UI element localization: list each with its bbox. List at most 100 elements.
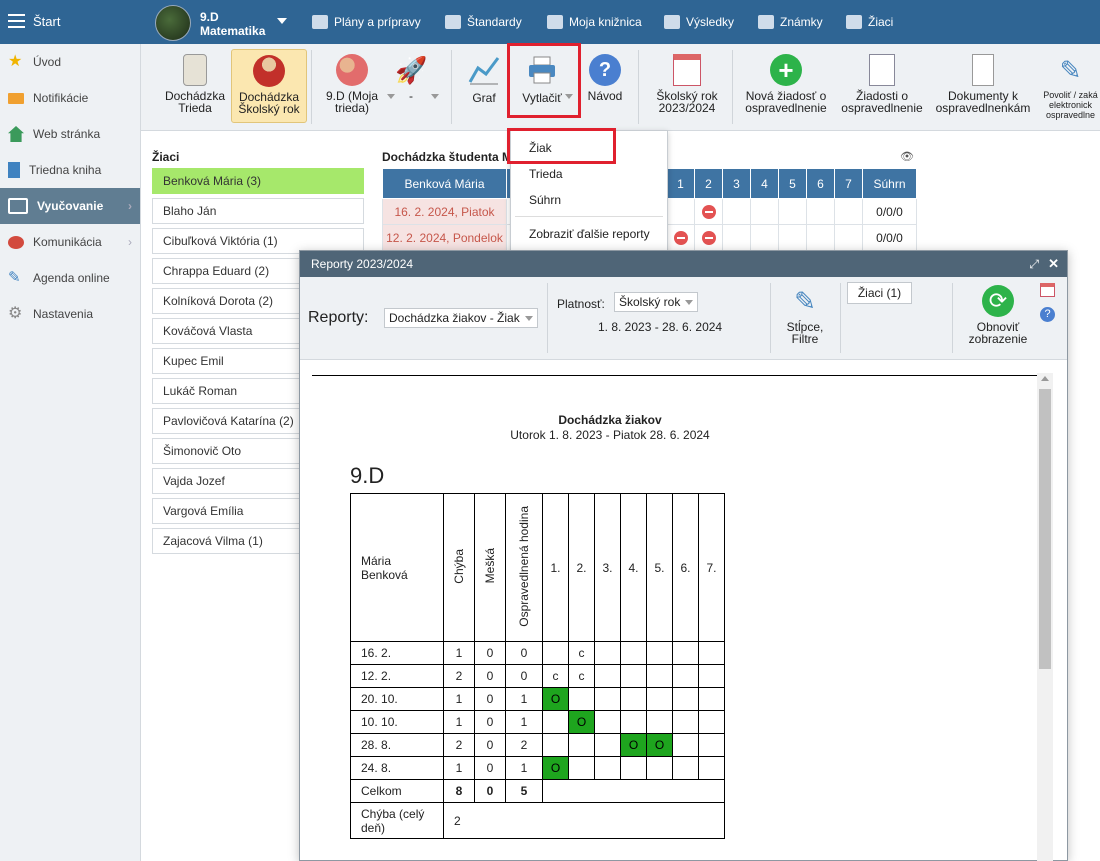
bar-chart-icon [664, 15, 680, 29]
sidebar-item-agenda[interactable]: ✎ Agenda online [0, 260, 140, 296]
absent-icon [673, 230, 688, 245]
navod-button[interactable]: ? Návod [583, 44, 627, 131]
moja-trieda-button[interactable]: 9.D (Moja trieda) [321, 44, 383, 131]
absent-icon [701, 204, 716, 219]
obnovit-button[interactable]: ⟳ Obnoviť zobrazenie [960, 277, 1036, 360]
col-meska: Mešká [483, 548, 497, 584]
home-icon [8, 126, 24, 142]
pen-icon: ✎ [8, 269, 21, 286]
nav-ziaci[interactable]: Žiaci [846, 0, 893, 44]
date-range: 1. 8. 2023 - 28. 6. 2024 [598, 320, 723, 334]
divider [312, 375, 1038, 376]
ziaci-button[interactable]: Žiaci (1) [847, 282, 912, 304]
menu-icon[interactable] [8, 14, 25, 28]
help-icon[interactable]: ? [1040, 307, 1055, 322]
table-row: 24. 8. 1 0 1 O [350, 756, 725, 780]
people-icon [336, 54, 368, 86]
report-title: Dochádzka žiakov [558, 413, 662, 427]
dialog-title-bar: Reporty 2023/2024 ⤢ ✕ [300, 251, 1067, 277]
class-subject: Matematika [200, 24, 266, 38]
sidebar-item-web[interactable]: Web stránka [0, 116, 140, 152]
dropdown-item-suhrn[interactable]: Súhrn [529, 193, 561, 207]
nav-znamky[interactable]: Známky [758, 0, 823, 44]
briefcase-icon [312, 15, 328, 29]
dialog-toolbar: Reporty: Dochádzka žiakov - Žiak Platnos… [300, 277, 1067, 360]
nav-plany[interactable]: Plány a prípravy [312, 0, 421, 44]
library-icon [547, 15, 563, 29]
sidebar-item-vyucovanie[interactable]: Vyučovanie › [0, 188, 140, 224]
eye-icon[interactable]: 👁 [900, 150, 914, 163]
nav-kniznica[interactable]: Moja knižnica [547, 0, 642, 44]
chevron-down-icon[interactable] [387, 94, 395, 99]
chevron-right-icon: › [128, 235, 132, 249]
nova-ziadost-button[interactable]: + Nová žiadosť o ospravedlnenie [743, 44, 829, 131]
report-table: Mária Benková Chýba Mešká Ospravedlnená h… [350, 493, 725, 839]
nav-vysledky[interactable]: Výsledky [664, 0, 734, 44]
col-ospravedlnena: Ospravedlnená hodina [517, 505, 531, 627]
sidebar: ★ Úvod Notifikácie Web stránka Triedna kn… [0, 44, 141, 861]
reporty-label: Reporty: [308, 309, 369, 326]
total-row: Celkom 805 [350, 779, 725, 803]
start-link[interactable]: Štart [33, 14, 60, 29]
ziadosti-button[interactable]: Žiadosti o ospravedlnenie [837, 44, 927, 131]
table-row: 28. 8. 2 0 2 O O [350, 733, 725, 757]
student-list-item[interactable]: Blaho Ján [152, 198, 364, 224]
report-select[interactable]: Dochádzka žiakov - Žiak [384, 308, 538, 328]
attendance-header: Dochádzka študenta M [382, 150, 513, 164]
dochadzka-rok-button[interactable]: Dochádzka Školský rok [231, 49, 307, 123]
close-icon[interactable]: ✕ [1048, 251, 1059, 277]
document-icon [972, 54, 994, 86]
student-name: Mária Benková [350, 493, 444, 642]
dialog-title: Reporty 2023/2024 [311, 257, 414, 271]
dokumenty-button[interactable]: Dokumenty k ospravedlnenkám [933, 44, 1033, 131]
class-selector[interactable]: 9.D Matematika [200, 10, 265, 38]
sidebar-item-komunikacia[interactable]: Komunikácia › [0, 224, 140, 260]
skolsky-rok-button[interactable]: Školský rok 2023/2024 [649, 44, 725, 131]
stlpce-filtre-button[interactable]: ✎ Stĺpce, Filtre [774, 277, 836, 360]
plus-icon: + [770, 54, 802, 86]
rocket-button[interactable]: 🚀 - [395, 44, 427, 131]
open-book-icon [8, 198, 28, 214]
scroll-up-icon[interactable] [1041, 376, 1049, 381]
povolit-button[interactable]: ✎ Povoliť / zaká elektronick ospravedlne [1041, 44, 1100, 131]
dochadzka-trieda-button[interactable]: Dochádzka Trieda [161, 44, 229, 131]
pencil-ruler-icon: ✎ [1059, 55, 1082, 85]
platnost-select[interactable]: Školský rok [614, 292, 698, 312]
calendar-icon[interactable] [1040, 283, 1055, 297]
highlight-ziak [507, 128, 616, 164]
maximize-icon[interactable]: ⤢ [1029, 251, 1039, 277]
chevron-down-icon[interactable] [431, 94, 439, 99]
refresh-icon: ⟳ [982, 285, 1014, 317]
nav-standardy[interactable]: Štandardy [445, 0, 522, 44]
dropdown-item-trieda[interactable]: Trieda [529, 167, 563, 181]
col-chyba: Chýba [452, 548, 466, 584]
people-icon [846, 15, 862, 29]
table-row: 16. 2. 1 0 0 c [350, 641, 725, 665]
sidebar-item-uvod[interactable]: ★ Úvod [0, 44, 140, 80]
star-icon: ★ [8, 53, 23, 70]
students-header: Žiaci [152, 150, 180, 164]
dropdown-item-dalsie[interactable]: Zobraziť ďalšie reporty [529, 227, 650, 241]
class-avatar[interactable] [155, 5, 191, 41]
full-day-row: Chýba (celý deň) 2 [350, 802, 725, 839]
help-icon: ? [589, 54, 621, 86]
table-row: 20. 10. 1 0 1 O [350, 687, 725, 711]
report-subtitle: Utorok 1. 8. 2023 - Piatok 28. 6. 2024 [510, 428, 710, 442]
report-class: 9.D [350, 463, 385, 488]
chat-icon [8, 235, 24, 249]
student-list-item[interactable]: Benková Mária (3) [152, 168, 364, 194]
pencil-ruler-icon: ✎ [794, 286, 816, 316]
chevron-right-icon: › [128, 199, 132, 213]
rocket-icon: 🚀 [395, 55, 428, 85]
scrollbar[interactable] [1037, 373, 1053, 861]
table-row: 10. 10. 1 0 1 O [350, 710, 725, 734]
chevron-down-icon[interactable] [277, 18, 287, 24]
sidebar-item-triedna-kniha[interactable]: Triedna kniha [0, 152, 140, 188]
platnost-label: Platnosť: [557, 297, 605, 311]
sidebar-item-nastavenia[interactable]: ⚙ Nastavenia [0, 296, 140, 332]
graf-button[interactable]: Graf [463, 44, 505, 131]
scrollbar-thumb[interactable] [1039, 389, 1051, 669]
grade-icon [758, 15, 774, 29]
absent-icon [701, 230, 716, 245]
sidebar-item-notifikacie[interactable]: Notifikácie [0, 80, 140, 116]
